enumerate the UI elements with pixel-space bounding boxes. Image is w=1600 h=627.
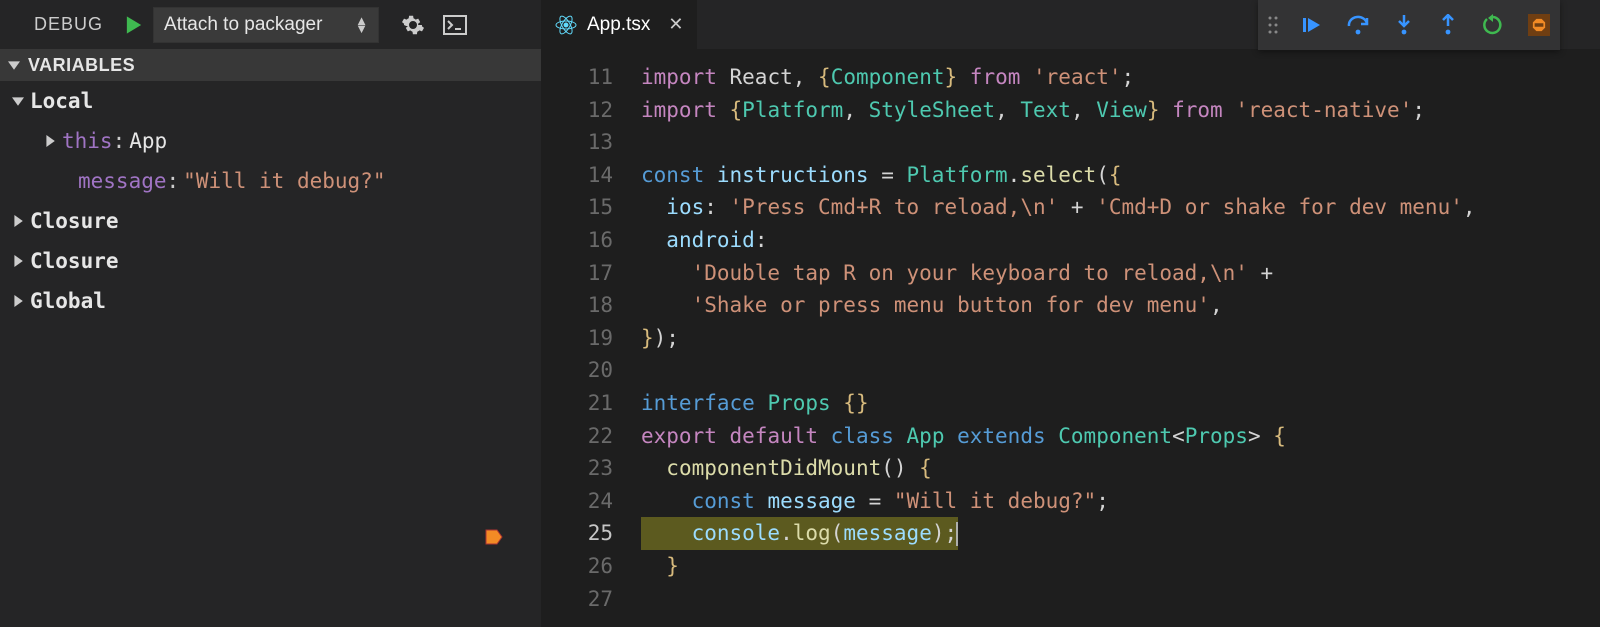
code-line[interactable]: export default class App extends Compone… — [641, 420, 1600, 453]
code-line[interactable]: const instructions = Platform.select({ — [641, 159, 1600, 192]
editor-panel: App.tsx ✕ 111213141516171819202122232425… — [541, 0, 1600, 627]
code-line[interactable]: import {Platform, StyleSheet, Text, View… — [641, 94, 1600, 127]
debug-console-icon[interactable] — [443, 15, 467, 35]
variables-section-header[interactable]: VARIABLES — [0, 49, 541, 81]
debug-toolbar — [1258, 0, 1560, 50]
react-icon — [555, 14, 577, 36]
code-line[interactable]: const message = "Will it debug?"; — [641, 485, 1600, 518]
line-number[interactable]: 11 — [541, 61, 613, 94]
gear-icon[interactable] — [401, 13, 425, 37]
line-number[interactable]: 24 — [541, 485, 613, 518]
restart-button[interactable] — [1482, 14, 1504, 36]
line-number-gutter[interactable]: 1112131415161718192021222324252627 — [541, 61, 641, 627]
code-line[interactable]: ios: 'Press Cmd+R to reload,\n' + 'Cmd+D… — [641, 191, 1600, 224]
variable-message[interactable]: message: "Will it debug?" — [0, 161, 541, 201]
dropdown-chevrons-icon: ▲▼ — [355, 17, 368, 33]
code-content[interactable]: import React, {Component} from 'react';i… — [641, 61, 1600, 627]
drag-handle-icon[interactable] — [1268, 16, 1278, 34]
line-number[interactable]: 19 — [541, 322, 613, 355]
code-line[interactable] — [641, 583, 1600, 616]
line-number[interactable]: 16 — [541, 224, 613, 257]
debug-config-selected: Attach to packager — [164, 14, 322, 36]
code-line[interactable]: import React, {Component} from 'react'; — [641, 61, 1600, 94]
code-area[interactable]: 1112131415161718192021222324252627 impor… — [541, 49, 1600, 627]
line-number[interactable]: 18 — [541, 289, 613, 322]
line-number[interactable]: 20 — [541, 354, 613, 387]
code-line[interactable] — [641, 126, 1600, 159]
step-over-button[interactable] — [1346, 14, 1370, 36]
line-number[interactable]: 22 — [541, 420, 613, 453]
collapse-icon — [8, 59, 20, 71]
code-line[interactable] — [641, 354, 1600, 387]
code-line[interactable]: 'Double tap R on your keyboard to reload… — [641, 257, 1600, 290]
breakpoint-marker[interactable] — [485, 523, 503, 556]
code-line[interactable]: }); — [641, 322, 1600, 355]
scope-closure[interactable]: Closure — [0, 241, 541, 281]
step-out-button[interactable] — [1438, 14, 1458, 36]
line-number[interactable]: 15 — [541, 191, 613, 224]
stop-button[interactable] — [1528, 14, 1550, 36]
line-number[interactable]: 17 — [541, 257, 613, 290]
step-into-button[interactable] — [1394, 14, 1414, 36]
code-line[interactable]: } — [641, 550, 1600, 583]
line-number[interactable]: 21 — [541, 387, 613, 420]
debug-sidebar: DEBUG Attach to packager ▲▼ VARIABLES Lo… — [0, 0, 541, 627]
line-number[interactable]: 23 — [541, 452, 613, 485]
scope-local[interactable]: Local — [0, 81, 541, 121]
line-number[interactable]: 12 — [541, 94, 613, 127]
tab-app-tsx[interactable]: App.tsx ✕ — [541, 0, 697, 49]
close-icon[interactable]: ✕ — [668, 14, 683, 35]
scope-global[interactable]: Global — [0, 281, 541, 321]
line-number[interactable]: 14 — [541, 159, 613, 192]
tab-filename: App.tsx — [587, 14, 650, 36]
variable-this[interactable]: this: App — [0, 121, 541, 161]
line-number[interactable]: 26 — [541, 550, 613, 583]
code-line[interactable]: console.log(message); — [641, 517, 958, 550]
scope-closure[interactable]: Closure — [0, 201, 541, 241]
code-line[interactable]: componentDidMount() { — [641, 452, 1600, 485]
debug-config-dropdown[interactable]: Attach to packager ▲▼ — [153, 7, 379, 43]
line-number[interactable]: 25 — [541, 517, 613, 550]
debug-title: DEBUG — [34, 14, 103, 35]
code-line[interactable]: interface Props {} — [641, 387, 1600, 420]
variables-title: VARIABLES — [28, 55, 135, 76]
line-number[interactable]: 13 — [541, 126, 613, 159]
variable-scopes: Localthis: Appmessage: "Will it debug?"C… — [0, 81, 541, 321]
continue-button[interactable] — [1302, 15, 1322, 35]
code-line[interactable]: 'Shake or press menu button for dev menu… — [641, 289, 1600, 322]
line-number[interactable]: 27 — [541, 583, 613, 616]
start-debugging-button[interactable] — [125, 15, 143, 35]
code-line[interactable]: android: — [641, 224, 1600, 257]
debug-header: DEBUG Attach to packager ▲▼ — [0, 0, 541, 49]
